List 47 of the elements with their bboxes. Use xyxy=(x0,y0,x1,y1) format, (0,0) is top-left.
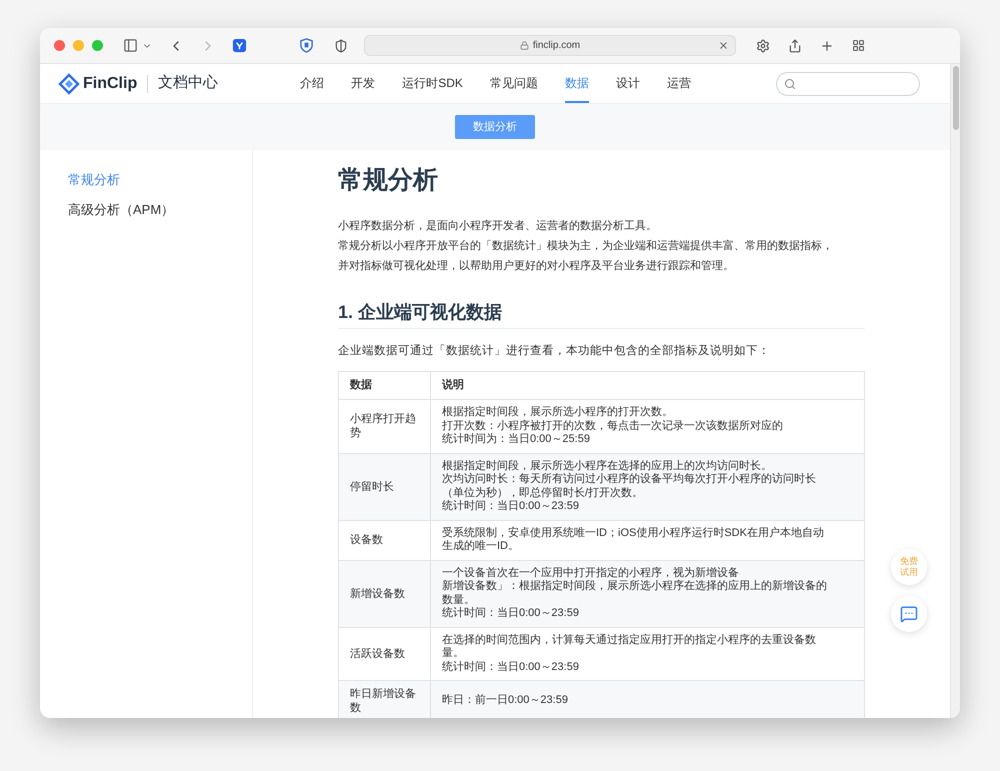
logo-text[interactable]: FinClip xyxy=(83,72,138,96)
share-icon[interactable] xyxy=(788,38,802,52)
intro-text: 小程序数据分析，是面向小程序开发者、运营者的数据分析工具。 xyxy=(338,218,658,234)
table-cell: 根据指定时间段，展示所选小程序的打开次数。 打开次数：小程序被打开的次数，每点击一次记录一次该数据所对应的 统计时间为：当日0:00～25:59 xyxy=(430,400,864,453)
table-cell: 停留时长 xyxy=(338,453,430,520)
column-header: 说明 xyxy=(430,372,864,400)
table-cell: 新增设备数 xyxy=(338,560,430,627)
tab-overview-icon[interactable] xyxy=(852,39,865,52)
scrollbar[interactable] xyxy=(950,64,960,718)
lock-icon xyxy=(520,41,529,50)
logo-icon[interactable] xyxy=(58,72,80,94)
site-title: 文档中心 xyxy=(158,73,218,94)
nav-tab[interactable]: 设计 xyxy=(616,64,640,103)
shield-icon[interactable] xyxy=(299,38,314,53)
nav-tab[interactable]: 常见问题 xyxy=(490,64,538,103)
section-intro: 企业端数据可通过「数据统计」进行查看，本功能中包含的全部指标及说明如下： xyxy=(338,343,771,359)
sidebar-icon[interactable] xyxy=(123,38,138,53)
table-cell: 昨日新增设备数 xyxy=(338,680,430,718)
extension-icon[interactable] xyxy=(232,38,247,53)
table-cell: 根据指定时间段，展示所选小程序在选择的应用上的次均访问时长。 次均访问时长：每天所有访问过小程序的设备平均每次打开小程序的访问时长 （单位为秒），即总停留时长/打开次数。 统计时间：当日0:00～23:59 xyxy=(430,453,864,520)
clear-icon[interactable] xyxy=(718,40,729,51)
column-header: 数据 xyxy=(338,372,430,400)
section-heading: 1. 企业端可视化数据 xyxy=(338,300,865,329)
table-cell: 小程序打开趋势 xyxy=(338,400,430,453)
nav-tab[interactable]: 介绍 xyxy=(300,64,324,103)
table-cell: 设备数 xyxy=(338,520,430,560)
url-text: finclip.com xyxy=(532,39,580,53)
search-icon xyxy=(784,78,796,90)
search-field[interactable] xyxy=(776,72,920,96)
intro-text: 并对指标做可视化处理，以帮助用户更好的对小程序及平台业务进行跟踪和管理。 xyxy=(338,258,735,274)
nav-tab[interactable]: 开发 xyxy=(351,64,376,103)
table-cell: 受系统限制，安卓使用系统唯一ID；iOS使用小程序运行时SDK在用户本地自动 生成的唯一ID。 xyxy=(430,520,864,560)
intro-text: 常规分析以小程序开放平台的「数据统计」模块为主，为企业端和运营端提供丰富、常用的数据指标， xyxy=(338,238,834,254)
chat-button[interactable] xyxy=(891,596,927,632)
page-title: 常规分析 xyxy=(338,165,439,196)
nav-tab[interactable]: 运营 xyxy=(666,64,691,103)
sidebar-item[interactable]: 常规分析 xyxy=(68,172,120,188)
settings-icon[interactable] xyxy=(756,38,770,52)
chat-icon xyxy=(900,605,918,623)
address-bar[interactable]: finclip.com xyxy=(364,35,736,56)
close-window-icon[interactable] xyxy=(54,40,65,51)
nav-tab[interactable]: 运行时SDK xyxy=(402,64,463,103)
new-tab-icon[interactable] xyxy=(820,38,834,52)
sidebar-item[interactable]: 高级分析（APM） xyxy=(68,202,174,218)
privacy-shield-icon[interactable] xyxy=(334,38,348,52)
scrollbar-thumb[interactable] xyxy=(953,66,959,130)
table-cell: 一个设备首次在一个应用中打开指定的小程序，视为新增设备 新增设备数」：根据指定时间段，展示所选小程序在选择的应用上的新增设备的 数量。 统计时间：当日0:00～23:59 xyxy=(430,560,864,627)
